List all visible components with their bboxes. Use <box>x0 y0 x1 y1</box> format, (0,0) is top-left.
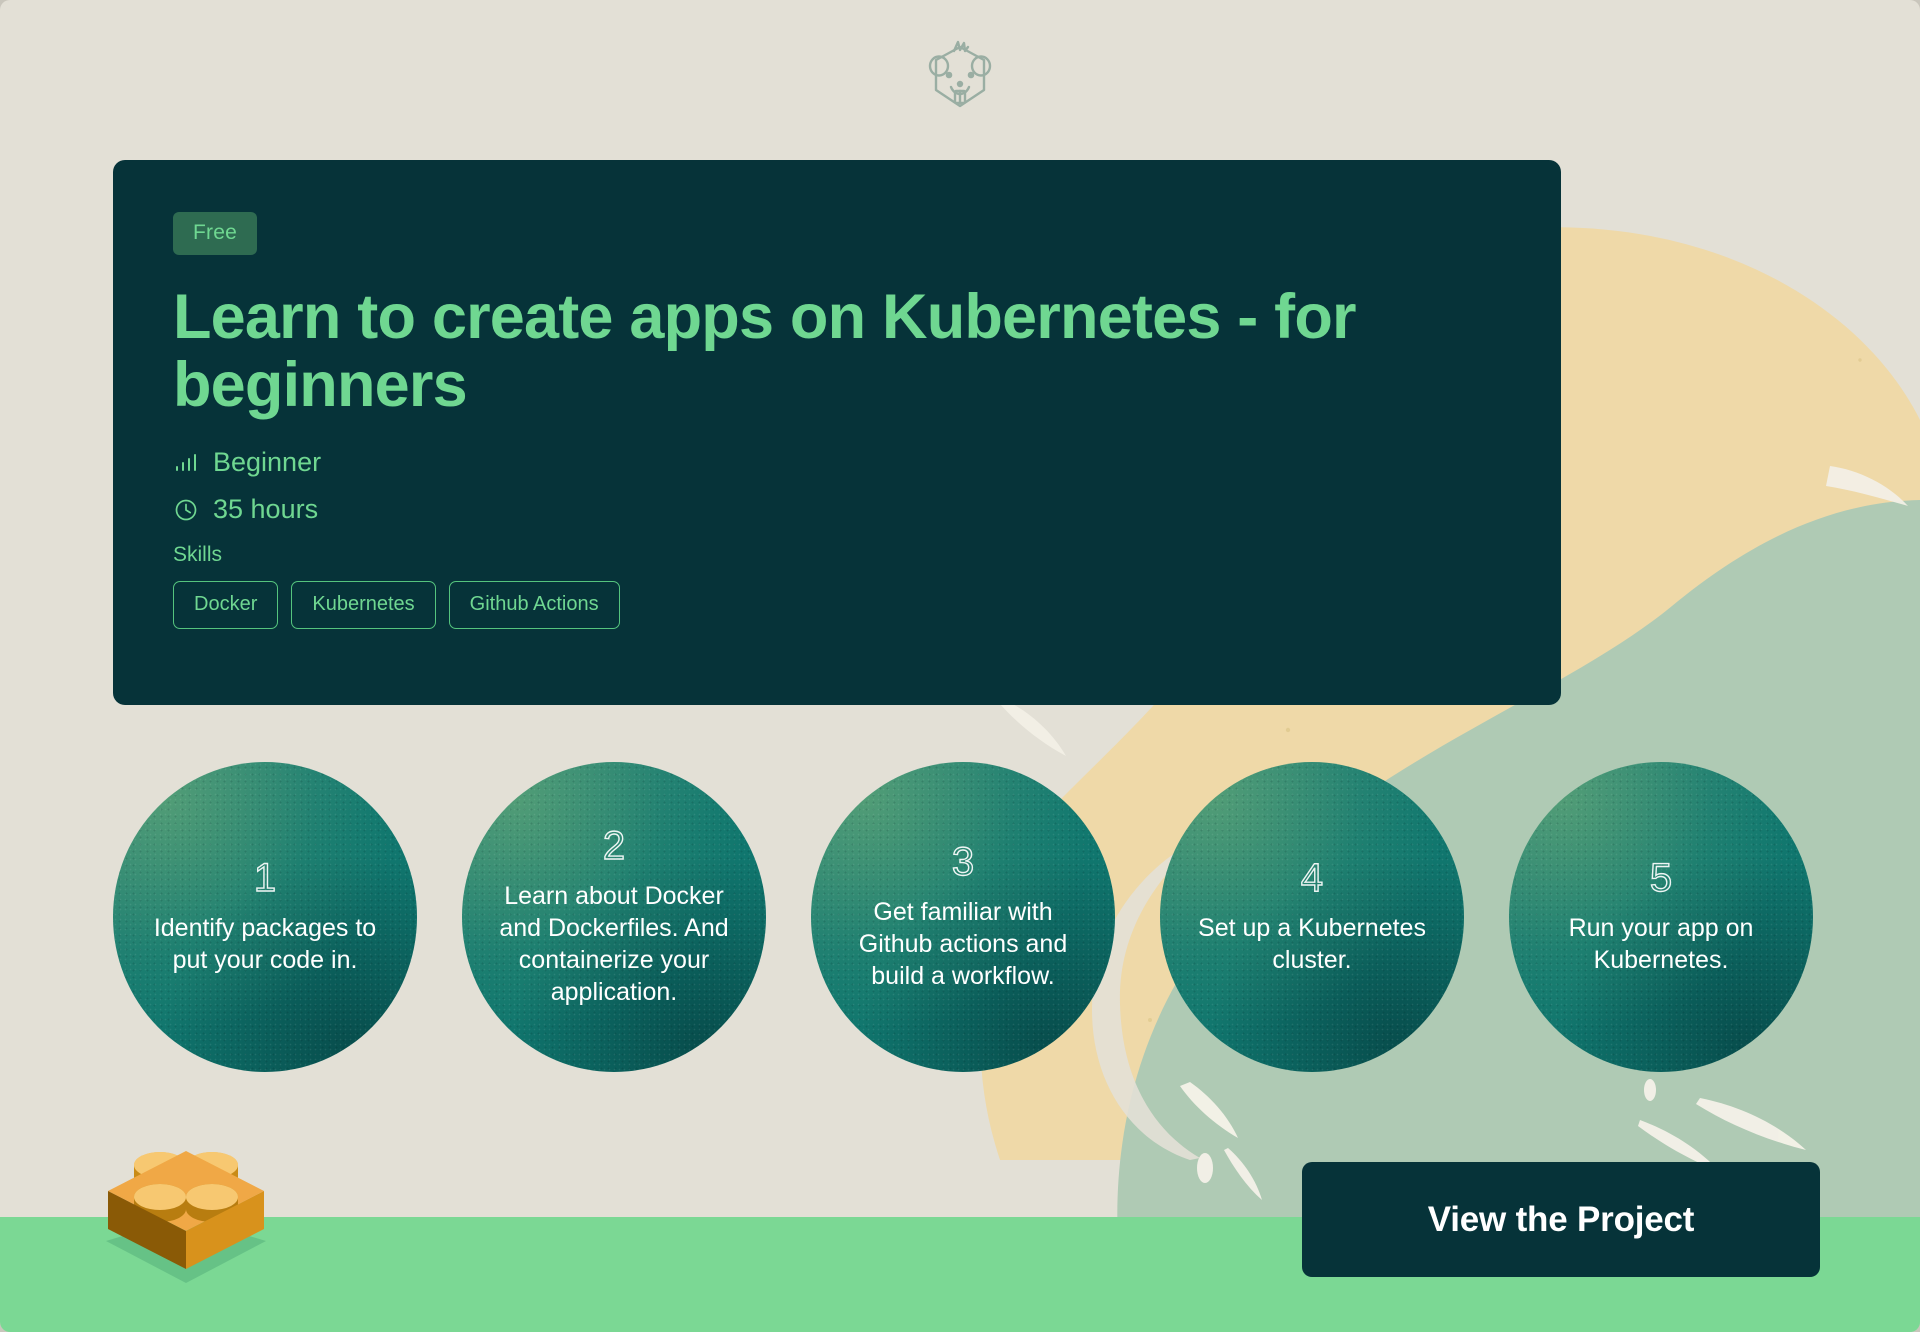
step-circle: 5 Run your app on Kubernetes. <box>1509 762 1813 1072</box>
meta-level: Beginner <box>173 449 1501 476</box>
skill-tag[interactable]: Github Actions <box>448 581 620 630</box>
step-text: Learn about Docker and Dockerfiles. And … <box>499 882 729 1006</box>
meta-level-label: Beginner <box>213 447 322 478</box>
course-card: Free Learn to create apps on Kubernetes … <box>113 160 1561 705</box>
step-text: Run your app on Kubernetes. <box>1568 914 1754 974</box>
step-number: 4 <box>1300 856 1324 900</box>
step-number: 1 <box>253 856 277 900</box>
lego-brick-icon <box>86 1131 286 1286</box>
skill-tag-list: Docker Kubernetes Github Actions <box>173 581 1501 630</box>
skill-tag[interactable]: Docker <box>173 581 279 630</box>
step-circle-list: 1 Identify packages to put your code in.… <box>113 762 1813 1072</box>
course-promo-page: Free Learn to create apps on Kubernetes … <box>0 0 1920 1332</box>
step-number: 2 <box>602 824 626 868</box>
course-title: Learn to create apps on Kubernetes - for… <box>173 282 1357 421</box>
step-circle: 2 Learn about Docker and Dockerfiles. An… <box>462 762 766 1072</box>
step-text: Identify packages to put your code in. <box>153 914 377 974</box>
signal-bars-icon <box>173 450 199 476</box>
clock-icon <box>173 497 199 523</box>
step-text: Get familiar with Github actions and bui… <box>858 898 1068 990</box>
step-circle: 4 Set up a Kubernetes cluster. <box>1160 762 1464 1072</box>
step-circle: 3 Get familiar with Github actions and b… <box>811 762 1115 1072</box>
step-number: 5 <box>1649 856 1673 900</box>
meta-duration: 35 hours <box>173 496 1501 523</box>
view-project-button[interactable]: View the Project <box>1302 1162 1820 1277</box>
beaver-icon <box>918 36 1002 120</box>
step-number: 3 <box>951 840 975 884</box>
meta-duration-label: 35 hours <box>213 494 319 525</box>
price-badge: Free <box>173 212 257 255</box>
course-meta-list: Beginner 35 hours <box>173 449 1501 523</box>
skill-tag[interactable]: Kubernetes <box>291 581 436 630</box>
step-circle: 1 Identify packages to put your code in. <box>113 762 417 1072</box>
step-text: Set up a Kubernetes cluster. <box>1198 914 1426 974</box>
skills-label: Skills <box>173 543 223 567</box>
